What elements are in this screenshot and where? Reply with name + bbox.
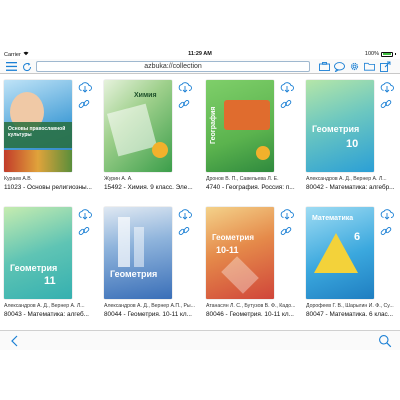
book-author: Кураев А.В. xyxy=(4,176,33,182)
book-author: Дорофеев Г. В., Шарыгин И. Ф., Су... xyxy=(306,303,394,309)
cover-grade-number: 10-11 xyxy=(216,245,239,255)
cover-grade-badge xyxy=(256,146,270,160)
cover-title: Геометрия xyxy=(212,233,255,242)
cover-title: География xyxy=(210,106,217,144)
book-author: Александров А. Д., Вернер А. Л... xyxy=(306,176,387,182)
status-time: 11:29 AM xyxy=(188,51,212,57)
book-title: 80046 - Геометрия. 10-11 кл... xyxy=(206,311,294,318)
card-actions xyxy=(280,80,296,114)
link-icon[interactable] xyxy=(78,224,92,238)
refresh-icon[interactable] xyxy=(21,61,32,72)
card-actions xyxy=(380,207,396,241)
status-bar: Carrier 11:29 AM 100% xyxy=(0,50,400,59)
cover-art xyxy=(106,103,158,157)
cloud-download-icon[interactable] xyxy=(78,80,92,94)
book-title: 11023 - Основы религиозны... xyxy=(4,184,92,191)
book-title: 80042 - Математика: алгебр... xyxy=(306,184,395,191)
cover-building xyxy=(118,217,130,267)
cover-grade-badge xyxy=(152,142,168,158)
cloud-download-icon[interactable] xyxy=(178,80,192,94)
book-author: Александров А. Д., Вернер А.П., Ры... xyxy=(104,303,195,309)
cover-title: Основы православной культуры xyxy=(8,126,66,138)
book-cover[interactable]: Геометрия xyxy=(104,207,172,299)
book-card[interactable]: География Дронов В. П., Савельева Л. Е. … xyxy=(206,80,296,198)
book-cover[interactable]: Математика 6 xyxy=(306,207,374,299)
book-card[interactable]: Геометрия 10-11 Атанасян Л. С., Бутузов … xyxy=(206,207,296,325)
menu-icon[interactable] xyxy=(6,61,17,72)
book-title: 80047 - Математика. 6 клас... xyxy=(306,311,394,318)
battery-percent: 100% xyxy=(364,51,379,57)
export-icon[interactable] xyxy=(380,61,391,72)
cover-shape xyxy=(221,256,259,294)
search-icon[interactable] xyxy=(378,334,392,348)
cloud-download-icon[interactable] xyxy=(280,80,294,94)
book-cover[interactable]: География xyxy=(206,80,274,172)
card-actions xyxy=(178,80,194,114)
book-title: 80044 - Геометрия. 10-11 кл... xyxy=(104,311,192,318)
book-card[interactable]: Химия Журин А. А. 15492 - Химия. 9 класс… xyxy=(104,80,194,198)
book-cover[interactable]: Геометрия 10-11 xyxy=(206,207,274,299)
cover-grade-number: 11 xyxy=(44,275,56,287)
top-toolbar: azbuka://collection xyxy=(0,59,400,74)
folder-icon[interactable] xyxy=(364,61,375,72)
cover-triangle xyxy=(314,233,358,273)
book-author: Журин А. А. xyxy=(104,176,133,182)
cover-title: Химия xyxy=(134,92,157,99)
card-actions xyxy=(78,207,94,241)
battery-icon xyxy=(381,51,393,57)
link-icon[interactable] xyxy=(78,97,92,111)
status-right: 100% xyxy=(365,51,396,57)
card-actions xyxy=(280,207,296,241)
cover-title: Математика xyxy=(312,215,354,222)
book-card[interactable]: Геометрия 10 Александров А. Д., Вернер А… xyxy=(306,80,396,198)
briefcase-icon[interactable] xyxy=(319,61,330,72)
cloud-download-icon[interactable] xyxy=(280,207,294,221)
card-actions xyxy=(178,207,194,241)
cover-grade-number: 6 xyxy=(354,231,361,243)
link-icon[interactable] xyxy=(380,224,394,238)
card-actions xyxy=(380,80,396,114)
book-author: Атанасян Л. С., Бутузов В. Ф., Кадо... xyxy=(206,303,296,309)
card-actions xyxy=(78,80,94,114)
address-field[interactable]: azbuka://collection xyxy=(36,61,310,72)
book-card[interactable]: Математика 6 Дорофеев Г. В., Шарыгин И. … xyxy=(306,207,396,325)
battery-cap xyxy=(395,52,396,56)
cover-building xyxy=(134,227,144,267)
link-icon[interactable] xyxy=(380,97,394,111)
cover-footer-art xyxy=(4,150,72,172)
book-author: Александров А. Д., Вернер А. Л... xyxy=(4,303,85,309)
book-card[interactable]: Основы православной культуры Кураев А.В.… xyxy=(4,80,94,198)
book-title: 4740 - География. Россия: п... xyxy=(206,184,295,191)
gear-icon[interactable] xyxy=(349,61,360,72)
book-title: 15492 - Химия. 9 класс. Эле... xyxy=(104,184,193,191)
link-icon[interactable] xyxy=(178,224,192,238)
cover-map xyxy=(224,100,270,130)
book-author: Дронов В. П., Савельева Л. Е. xyxy=(206,176,279,182)
book-cover[interactable]: Геометрия 10 xyxy=(306,80,374,172)
cloud-download-icon[interactable] xyxy=(380,80,394,94)
cloud-download-icon[interactable] xyxy=(78,207,92,221)
cloud-download-icon[interactable] xyxy=(178,207,192,221)
book-cover[interactable]: Химия xyxy=(104,80,172,172)
chevron-left-icon[interactable] xyxy=(8,334,22,348)
chat-icon[interactable] xyxy=(334,61,345,72)
cover-title: Геометрия xyxy=(110,269,158,279)
cloud-download-icon[interactable] xyxy=(380,207,394,221)
book-cover[interactable]: Геометрия 11 xyxy=(4,207,72,299)
cover-grade-number: 10 xyxy=(346,138,359,150)
bottom-toolbar xyxy=(0,330,400,350)
link-icon[interactable] xyxy=(178,97,192,111)
link-icon[interactable] xyxy=(280,224,294,238)
cover-title: Геометрия xyxy=(312,124,360,134)
book-title: 80043 - Математика: алгеб... xyxy=(4,311,89,318)
book-card[interactable]: Геометрия 11 Александров А. Д., Вернер А… xyxy=(4,207,94,325)
cover-title: Геометрия xyxy=(10,263,58,273)
book-card[interactable]: Геометрия Александров А. Д., Вернер А.П.… xyxy=(104,207,195,325)
link-icon[interactable] xyxy=(280,97,294,111)
book-cover[interactable]: Основы православной культуры xyxy=(4,80,72,172)
